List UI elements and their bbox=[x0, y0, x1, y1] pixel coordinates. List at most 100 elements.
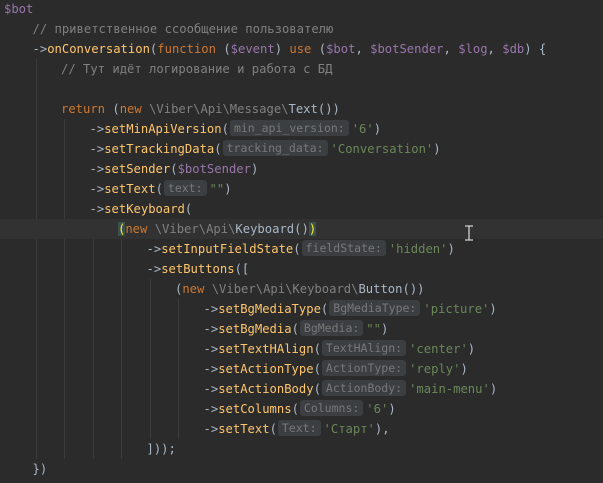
code-token: ( bbox=[170, 162, 178, 176]
code-token: setTextHAlign bbox=[218, 342, 314, 356]
code-token: setActionBody bbox=[218, 382, 314, 396]
matched-brace: ) bbox=[308, 222, 317, 236]
code-token: ( bbox=[214, 142, 222, 156]
code-line[interactable]: ->setTextHAlign(TextHAlign:'center') bbox=[0, 339, 603, 359]
code-token: ( bbox=[184, 202, 193, 216]
code-token: ) bbox=[447, 242, 455, 256]
code-line[interactable]: ->setMinApiVersion(min_api_version: '6') bbox=[0, 119, 603, 139]
code-token: 'center' bbox=[409, 342, 468, 356]
code-token: -> bbox=[203, 302, 219, 316]
code-line[interactable]: ->setColumns(Columns: '6') bbox=[0, 399, 603, 419]
code-line[interactable]: ->setSender($botSender) bbox=[0, 159, 603, 179]
code-token: $botSender bbox=[177, 162, 251, 176]
code-token: use bbox=[289, 42, 319, 56]
code-token: setText bbox=[104, 182, 156, 196]
code-line[interactable]: ->setText(text: "") bbox=[0, 179, 603, 199]
code-token: ) bbox=[250, 162, 259, 176]
code-token: , bbox=[443, 42, 459, 56]
code-token: onConversation bbox=[47, 42, 150, 56]
code-token: new bbox=[125, 222, 155, 236]
parameter-hint: text: bbox=[163, 180, 207, 196]
code-line[interactable]: ->setActionType(ActionType:'reply') bbox=[0, 359, 603, 379]
code-line[interactable]: ->setButtons([ bbox=[0, 259, 603, 279]
code-token: setInputFieldState bbox=[161, 242, 294, 256]
code-token: $event bbox=[230, 42, 275, 56]
code-token: -> bbox=[32, 42, 48, 56]
code-token: $botSender bbox=[370, 42, 444, 56]
code-token: ) bbox=[388, 402, 396, 416]
parameter-hint: BgMedia: bbox=[299, 320, 364, 336]
parameter-hint: TextHAlign: bbox=[321, 340, 407, 356]
code-token: setBgMedia bbox=[218, 322, 292, 336]
code-token: -> bbox=[146, 242, 162, 256]
code-line[interactable]: ->setTrackingData(tracking_data: 'Convers… bbox=[0, 139, 603, 159]
code-token: ( bbox=[221, 122, 229, 136]
code-token: ), bbox=[374, 422, 390, 436]
code-line[interactable]: // Тут идёт логирование и работа с БД bbox=[0, 59, 603, 79]
code-token: , bbox=[355, 42, 371, 56]
code-token: new bbox=[182, 282, 212, 296]
code-token: ) bbox=[433, 142, 441, 156]
code-line[interactable]: ->setInputFieldState(fieldState:'hidden'… bbox=[0, 239, 603, 259]
code-line[interactable]: }) bbox=[0, 459, 603, 479]
code-token: ( bbox=[291, 322, 299, 336]
code-line[interactable]: ->setBgMediaType(BgMediaType:'picture') bbox=[0, 299, 603, 319]
code-token: -> bbox=[203, 422, 219, 436]
code-token: ) bbox=[274, 42, 290, 56]
code-token: ) bbox=[489, 302, 497, 316]
code-token: 'main-menu' bbox=[409, 382, 490, 396]
code-line[interactable]: $bot bbox=[0, 0, 603, 19]
code-token: "" bbox=[209, 182, 225, 196]
code-line[interactable]: ])); bbox=[0, 439, 603, 459]
code-token: ( bbox=[318, 42, 327, 56]
code-token: '6' bbox=[351, 122, 374, 136]
code-token: -> bbox=[203, 402, 219, 416]
code-token: setBgMediaType bbox=[218, 302, 321, 316]
code-line[interactable]: ->setText(Text: 'Старт'), bbox=[0, 419, 603, 439]
code-token: ) bbox=[224, 182, 232, 196]
code-token: 'reply' bbox=[409, 362, 461, 376]
code-line[interactable]: ->setKeyboard( bbox=[0, 199, 603, 219]
code-token: ])); bbox=[146, 442, 176, 456]
parameter-hint: Columns: bbox=[299, 400, 364, 416]
code-token: -> bbox=[89, 162, 105, 176]
code-line[interactable]: ->setBgMedia(BgMedia: "") bbox=[0, 319, 603, 339]
code-line[interactable]: (new \Viber\Api\Keyboard()) bbox=[0, 219, 603, 239]
code-line[interactable]: ->setActionBody(ActionBody:'main-menu') bbox=[0, 379, 603, 399]
code-line[interactable] bbox=[0, 79, 603, 99]
code-line[interactable]: (new \Viber\Api\Keyboard\Button()) bbox=[0, 279, 603, 299]
code-editor[interactable]: $bot // приветственное ссообщение пользов… bbox=[0, 0, 603, 483]
code-line[interactable]: // приветственное ссообщение пользовател… bbox=[0, 19, 603, 39]
code-token: ()) bbox=[402, 282, 425, 296]
code-token: setMinApiVersion bbox=[104, 122, 222, 136]
code-token: }) bbox=[32, 462, 48, 476]
code-token: ( bbox=[112, 102, 120, 116]
code-token: Text bbox=[288, 102, 318, 116]
code-token: $bot bbox=[326, 42, 356, 56]
code-token: ) bbox=[460, 362, 468, 376]
parameter-hint: fieldState: bbox=[301, 240, 386, 256]
code-line[interactable]: return (new \Viber\Api\Message\Text()) bbox=[0, 99, 603, 119]
code-token: // приветственное ссообщение пользовател… bbox=[32, 22, 334, 36]
code-token: () bbox=[294, 222, 309, 236]
code-token: setText bbox=[218, 422, 270, 436]
code-token: function bbox=[157, 42, 224, 56]
code-line[interactable]: ->onConversation(function ($event) use (… bbox=[0, 39, 603, 59]
code-token: , bbox=[487, 42, 503, 56]
code-token: '6' bbox=[366, 402, 389, 416]
code-token: ()) bbox=[317, 102, 340, 116]
code-token: ( bbox=[313, 362, 321, 376]
parameter-hint: BgMediaType: bbox=[329, 300, 421, 316]
code-token: -> bbox=[146, 262, 162, 276]
code-token: ) bbox=[380, 322, 389, 336]
code-token: // Тут идёт логирование и работа с БД bbox=[61, 62, 333, 76]
code-line[interactable]: // .................... bbox=[0, 479, 603, 483]
code-token: -> bbox=[203, 342, 219, 356]
code-token: setActionType bbox=[218, 362, 314, 376]
code-token: setTrackingData bbox=[104, 142, 215, 156]
code-token: setColumns bbox=[218, 402, 292, 416]
code-token: ( bbox=[223, 42, 231, 56]
code-token: return bbox=[61, 102, 113, 116]
code-token: ) bbox=[467, 342, 476, 356]
code-token: $db bbox=[502, 42, 525, 56]
